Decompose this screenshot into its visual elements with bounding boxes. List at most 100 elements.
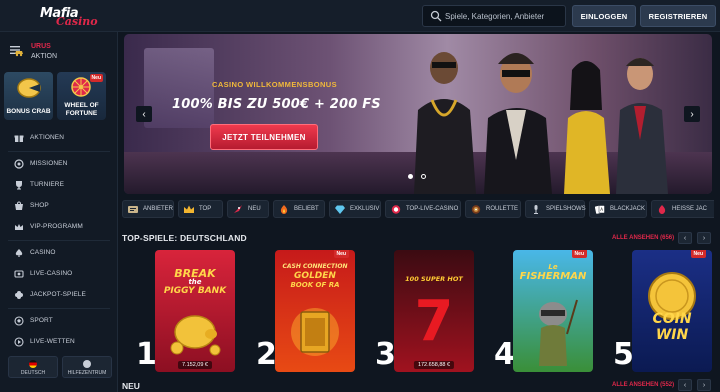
game-title-b: the (188, 278, 202, 286)
tile-wheel-of-fortune[interactable]: Neu WHEEL OF FORTUNE (57, 72, 106, 120)
raccoon-fisherman-image (539, 299, 578, 366)
category-roulette[interactable]: ROULETTE (465, 200, 521, 218)
hero-banner[interactable]: CASINO WILLKOMMENSBONUS 100% BIS ZU 500€… (124, 34, 712, 194)
logo[interactable]: Mafia Casino (40, 6, 104, 28)
game-title-a: CASH CONNECTION (282, 263, 348, 270)
provider-icon (128, 206, 138, 213)
hot-icon (658, 205, 666, 214)
casino-app: Mafia Casino EINLOGGEN REGISTRIEREN URUS… (0, 0, 720, 392)
sidebar-item-missionen[interactable]: MISSIONEN (0, 156, 118, 172)
svg-text:A: A (600, 207, 603, 212)
car-icon (15, 51, 23, 57)
section-next-button[interactable]: › (697, 379, 711, 391)
chevron-left-icon: ‹ (683, 234, 687, 242)
sidebar-item-casino[interactable]: CASINO (0, 245, 118, 261)
new-badge: Neu (571, 250, 587, 258)
category-label: BLACKJACK (610, 206, 646, 212)
game-card[interactable]: Neu COIN WIN (632, 250, 712, 372)
roulette-icon (471, 205, 481, 214)
chevron-right-icon: › (690, 108, 694, 120)
banner-next-button[interactable]: › (684, 106, 700, 122)
category-blackjack[interactable]: A BLACKJACK (589, 200, 647, 218)
join-now-button[interactable]: JETZT TEILNEHMEN (210, 124, 318, 150)
new-badge: Neu (89, 74, 103, 82)
banner-window (144, 48, 214, 128)
sidebar-item-shop[interactable]: SHOP (0, 198, 118, 214)
banner-headline: 100% BIS ZU 500€ + 200 FS (172, 97, 381, 112)
game-card[interactable]: Neu CASH CONNECTION GOLDEN BOOK OF RA (275, 250, 355, 372)
help-center-button[interactable]: HILFEZENTRUM (62, 356, 112, 378)
register-button[interactable]: REGISTRIEREN (640, 5, 716, 27)
golden-pig-image (170, 315, 221, 356)
ball-icon (14, 316, 24, 326)
search-input[interactable] (445, 6, 563, 26)
chevron-right-icon: › (702, 381, 706, 389)
banner-kicker: CASINO WILLKOMMENSBONUS (212, 80, 338, 89)
game-card[interactable]: BREAK the PIGGY BANK 7.152,09 € (155, 250, 235, 372)
game-card[interactable]: Neu Le FISHERMAN (513, 250, 593, 372)
section-next-button[interactable]: › (697, 232, 711, 244)
rank-number: 5 (613, 337, 634, 372)
top-bar: Mafia Casino EINLOGGEN REGISTRIEREN (0, 0, 720, 32)
target-icon (14, 159, 24, 169)
diamond-icon (335, 205, 345, 214)
sidebar-item-label: LIVE-WETTEN (30, 338, 75, 345)
logo-script: Casino (56, 15, 98, 28)
login-button[interactable]: EINLOGGEN (572, 5, 636, 27)
chevron-right-icon: › (702, 234, 706, 242)
banner-prev-button[interactable]: ‹ (136, 106, 152, 122)
section-prev-button[interactable]: ‹ (678, 232, 692, 244)
category-label: ANBIETER (143, 206, 174, 212)
chevron-left-icon: ‹ (142, 108, 146, 120)
category-top-live-casino[interactable]: TOP-LIVE-CASINO (385, 200, 461, 218)
see-all-link[interactable]: ALLE ANSEHEN (552) (612, 382, 674, 388)
sidebar-item-aktionen[interactable]: AKTIONEN (0, 130, 118, 146)
category-anbieter[interactable]: ANBIETER (122, 200, 174, 218)
pagination-dot[interactable] (421, 174, 426, 179)
search-box[interactable] (422, 5, 566, 27)
sidebar: URUS AKTION BONUS CRAB Neu WHEEL OF FORT… (0, 32, 118, 392)
category-heisse-jackpots[interactable]: HEISSE JAC (651, 200, 714, 218)
section-prev-button[interactable]: ‹ (678, 379, 692, 391)
pagination-dot-active[interactable] (408, 174, 413, 179)
sidebar-item-label: SPORT (30, 317, 53, 324)
category-exklusiv[interactable]: EXKLUSIV (329, 200, 381, 218)
category-neu[interactable]: NEU (227, 200, 269, 218)
sidebar-item-label: SHOP (30, 202, 49, 209)
sidebar-item-sport[interactable]: SPORT (0, 313, 118, 329)
divider (8, 240, 110, 241)
tile-bonus-crab[interactable]: BONUS CRAB (4, 72, 53, 120)
category-spielshows[interactable]: SPIELSHOWS (525, 200, 586, 218)
game-title-a: Le (548, 263, 558, 271)
golden-book-image (291, 308, 339, 356)
chip-icon (391, 205, 401, 214)
sidebar-item-turniere[interactable]: TURNIERE (0, 177, 118, 193)
sidebar-item-label: JACKPOT-SPIELE (30, 291, 86, 298)
new-badge: Neu (690, 250, 706, 258)
category-label: EXKLUSIV (350, 206, 380, 212)
game-title-a: 100 SUPER HOT (405, 275, 463, 283)
tile-label: BONUS CRAB (6, 108, 51, 115)
game-card[interactable]: 100 SUPER HOT 7 172.658,88 € (394, 250, 474, 372)
language-button[interactable]: DEUTSCH (8, 356, 58, 378)
game-title-b: FISHERMAN (519, 271, 587, 282)
sidebar-item-label: MISSIONEN (30, 160, 68, 167)
sidebar-item-live-casino[interactable]: LIVE-CASINO (0, 266, 118, 282)
rank-number: 3 (375, 337, 396, 372)
sidebar-item-live-wetten[interactable]: LIVE-WETTEN (0, 334, 118, 350)
jackpot-amount: 172.658,88 € (413, 361, 455, 369)
category-beliebt[interactable]: BELIEBT (273, 200, 325, 218)
jackpot-amount: 7.152,09 € (178, 361, 212, 369)
game-title-c: BOOK OF RA (290, 281, 340, 289)
sidebar-item-jackpot[interactable]: JACKPOT-SPIELE (0, 287, 118, 303)
category-top[interactable]: TOP (178, 200, 223, 218)
see-all-link[interactable]: ALLE ANSEHEN (656) (612, 235, 674, 241)
sidebar-item-vip[interactable]: VIP-PROGRAMM (0, 219, 118, 235)
promo-title[interactable]: URUS (31, 43, 51, 50)
section-title: NEU (122, 381, 140, 391)
category-label: NEU (248, 206, 261, 212)
sidebar-item-label: TURNIERE (30, 181, 65, 188)
game-title-b: 7 (414, 289, 454, 354)
crown-icon (15, 224, 23, 230)
search-icon (430, 10, 442, 22)
